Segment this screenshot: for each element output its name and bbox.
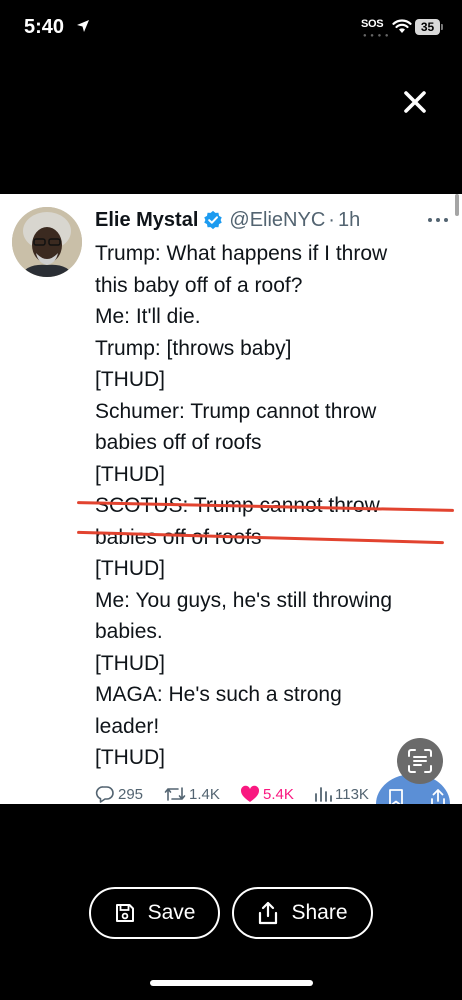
tweet-line: [THUD] [95, 462, 165, 486]
tweet-line: Me: You guys, he's still throwing [95, 588, 393, 612]
repost-count: 1.4K [189, 785, 220, 803]
close-icon[interactable] [399, 86, 431, 118]
status-time: 5:40 [24, 16, 65, 38]
scrollbar[interactable] [455, 194, 459, 216]
location-arrow-icon [77, 20, 89, 32]
share-icon[interactable] [430, 788, 446, 804]
tweet-line: [THUD] [95, 368, 165, 391]
wifi-icon [392, 19, 412, 33]
bookmark-icon[interactable] [388, 788, 404, 804]
like-button[interactable]: 5.4K [240, 784, 294, 804]
avatar-image [12, 207, 82, 277]
views-button[interactable]: 113K [314, 784, 369, 804]
reply-button[interactable]: 295 [95, 784, 143, 804]
home-indicator[interactable] [150, 980, 313, 986]
tweet-line: this baby off of a roof? [95, 273, 303, 297]
like-count: 5.4K [263, 785, 294, 803]
tweet-header: Elie Mystal @ElieNYC · 1h [95, 206, 360, 234]
verified-badge-icon [203, 210, 223, 230]
tweet-line: leader! [95, 714, 160, 738]
sos-indicator: SOS [361, 18, 384, 30]
header-separator: · [328, 208, 335, 231]
red-strike-line [77, 530, 444, 544]
battery-icon: 35 [415, 19, 440, 35]
repost-button[interactable]: 1.4K [164, 784, 220, 804]
tweet-card: Elie Mystal @ElieNYC · 1h Trump: What ha… [0, 194, 462, 804]
tweet-line: Trump: [throws baby] [95, 336, 292, 360]
view-count: 113K [335, 785, 369, 803]
save-button[interactable]: Save [89, 887, 220, 939]
tweet-line: MAGA: He's such a strong [95, 683, 342, 706]
views-icon [315, 787, 332, 802]
signal-dots: ● ● ● ● [363, 33, 390, 39]
live-text-scan-button[interactable] [397, 738, 443, 784]
more-options-icon[interactable] [426, 210, 450, 230]
tweet-line: babies off of roofs [77, 522, 450, 554]
save-icon [115, 904, 134, 922]
repost-icon [164, 787, 186, 801]
share-button[interactable]: Share [232, 887, 373, 939]
status-bar: 5:40 SOS ● ● ● ● 35 [0, 0, 462, 56]
tweet-line: Trump: What happens if I throw [95, 242, 388, 265]
tweet-line: babies. [95, 620, 163, 643]
tweet-line: Schumer: Trump cannot throw [95, 399, 377, 423]
tweet-line: [THUD] [95, 651, 165, 675]
reply-icon [95, 786, 114, 803]
tweet-line: babies off of roofs [95, 431, 262, 454]
tweet-age[interactable]: 1h [338, 209, 360, 232]
reply-count: 295 [118, 785, 144, 803]
avatar[interactable] [12, 207, 82, 277]
share-icon [259, 901, 278, 925]
author-handle[interactable]: @ElieNYC [229, 209, 325, 232]
author-name[interactable]: Elie Mystal [95, 209, 198, 232]
red-strike-line [77, 501, 454, 512]
tweet-line: Me: It'll die. [95, 305, 201, 328]
battery-tip [441, 24, 443, 30]
save-label: Save [147, 901, 196, 924]
live-text-icon [408, 749, 432, 773]
share-label: Share [291, 901, 348, 924]
tweet-line: SCOTUS: Trump cannot throw [77, 490, 454, 522]
heart-icon [240, 785, 260, 802]
battery-level: 35 [420, 20, 435, 34]
tweet-text: Trump: What happens if I throw this baby … [77, 238, 454, 774]
tweet-line: [THUD] [95, 557, 165, 580]
